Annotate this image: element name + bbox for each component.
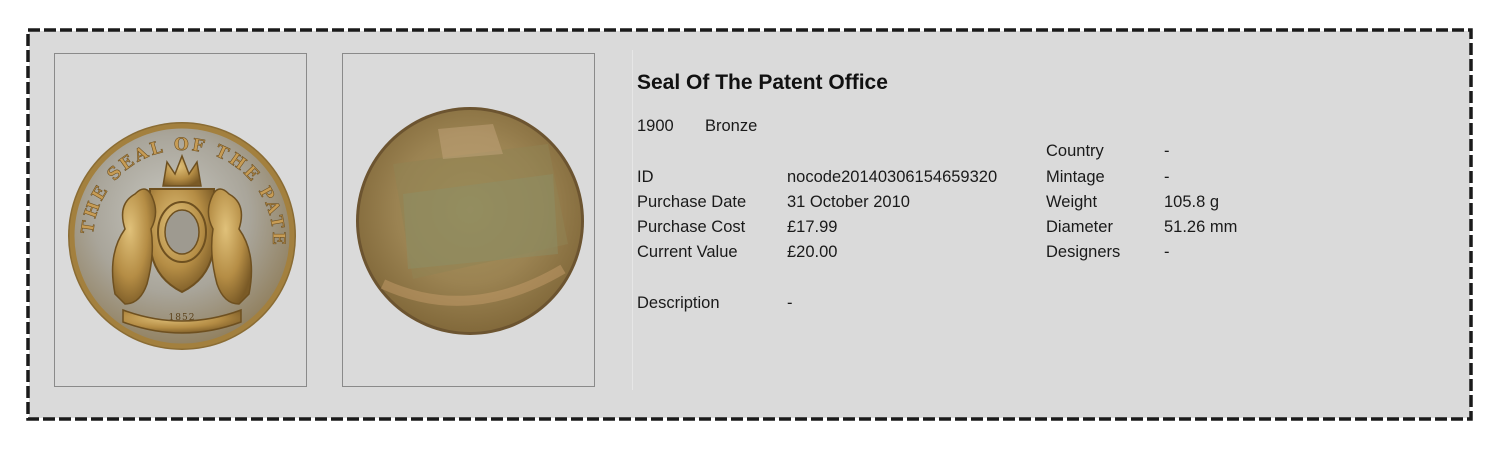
coin-year: 1900: [637, 117, 674, 135]
description-value: -: [787, 294, 793, 312]
coin-title: Seal Of The Patent Office: [637, 71, 888, 94]
weight-label: Weight: [1046, 193, 1098, 211]
weight-value: 105.8 g: [1164, 193, 1220, 211]
coin-composition: Bronze: [705, 117, 758, 135]
country-value: -: [1164, 142, 1170, 160]
purchase-cost-value: £17.99: [787, 218, 838, 236]
designers-label: Designers: [1046, 243, 1121, 261]
reverse-coin: [356, 107, 584, 335]
current-value-label: Current Value: [637, 243, 738, 261]
panel-divider: [632, 50, 633, 390]
id-label: ID: [637, 168, 654, 186]
purchase-cost-label: Purchase Cost: [637, 218, 746, 236]
mintage-label: Mintage: [1046, 168, 1105, 186]
designers-value: -: [1164, 243, 1170, 261]
country-label: Country: [1046, 142, 1104, 160]
purchase-date-label: Purchase Date: [637, 193, 747, 211]
diameter-label: Diameter: [1046, 218, 1113, 236]
reverse-image[interactable]: [342, 53, 595, 387]
current-value-value: £20.00: [787, 243, 838, 261]
obverse-date: 1852: [169, 313, 196, 323]
diameter-value: 51.26 mm: [1164, 218, 1238, 236]
id-value: nocode20140306154659320: [787, 168, 998, 186]
purchase-date-value: 31 October 2010: [787, 193, 910, 211]
obverse-image[interactable]: THE SEAL OF THE PATENT OFFICE 1852: [54, 53, 307, 387]
description-label: Description: [637, 294, 720, 312]
mintage-value: -: [1164, 168, 1170, 186]
obverse-coin: THE SEAL OF THE PATENT OFFICE 1852: [55, 54, 296, 350]
